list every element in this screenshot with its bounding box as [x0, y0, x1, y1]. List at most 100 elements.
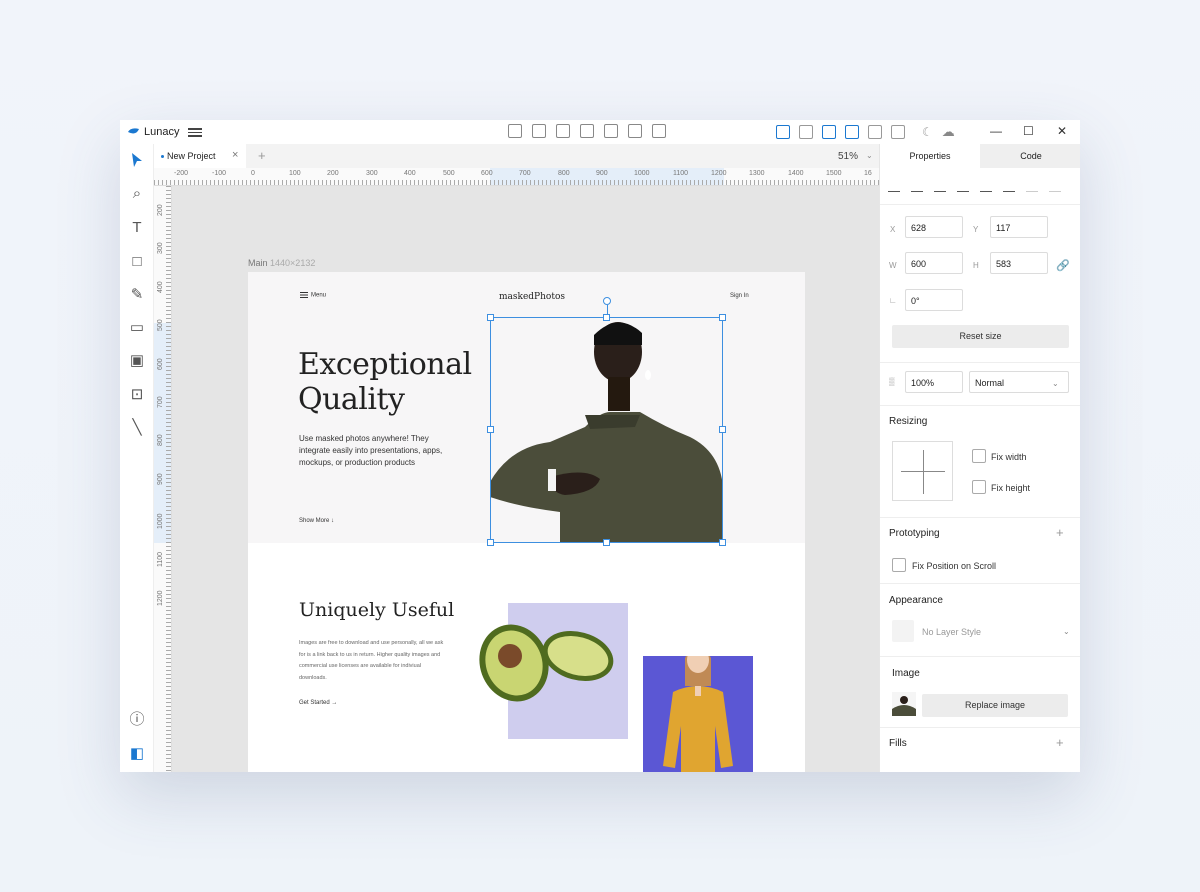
chevron-down-icon: ⌄	[1052, 379, 1059, 388]
resize-handle-s[interactable]	[603, 539, 610, 546]
rotation-handle[interactable]	[603, 297, 611, 305]
chevron-down-icon[interactable]: ⌄	[1063, 627, 1070, 636]
minimize-button[interactable]: —	[990, 124, 1002, 138]
distribute-vertical-icon[interactable]	[1049, 180, 1061, 192]
info-icon[interactable]: ⓘ	[129, 712, 145, 728]
text-frame-icon[interactable]	[532, 124, 546, 138]
section2-description[interactable]: Images are free to download and use pers…	[299, 638, 449, 684]
artboard-menu[interactable]: Menu	[300, 292, 326, 299]
add-tab-button[interactable]: +	[258, 148, 266, 163]
resize-handle-se[interactable]	[719, 539, 726, 546]
tab-close-icon[interactable]: ×	[232, 149, 238, 161]
resizing-title: Resizing	[889, 416, 928, 427]
zoom-tool-icon[interactable]: ⌕	[129, 186, 145, 202]
grid-icon[interactable]	[891, 125, 905, 139]
chevron-down-icon[interactable]: ⌄	[866, 151, 873, 160]
height-input[interactable]: 583	[990, 252, 1048, 274]
constrain-proportions-link-icon[interactable]: 🔗	[1056, 259, 1070, 272]
tab-code[interactable]: Code	[981, 144, 1080, 168]
add-prototyping-plus-icon[interactable]: +	[1056, 525, 1064, 540]
align-center-icon[interactable]	[911, 180, 923, 192]
artboard-logo[interactable]: maskedPhotos	[499, 292, 565, 302]
ruler-horizontal[interactable]: -200 -100 0 100 200 300 400 500 600 700 …	[154, 168, 879, 186]
resize-handle-nw[interactable]	[487, 314, 494, 321]
snap-icon[interactable]	[845, 125, 859, 139]
reset-size-button[interactable]: Reset size	[892, 325, 1069, 348]
width-input[interactable]: 600	[905, 252, 963, 274]
flip-horizontal-icon[interactable]	[628, 124, 642, 138]
y-input[interactable]: 117	[990, 216, 1048, 238]
get-started-link[interactable]: Get Started →	[299, 700, 337, 706]
ruler-vertical[interactable]: 200 300 400 500 600 700 800 900 1000 110…	[154, 186, 172, 772]
ruler-label: 700	[157, 396, 164, 408]
x-input[interactable]: 628	[905, 216, 963, 238]
resizing-constraints-widget[interactable]	[892, 441, 953, 501]
mask-icon[interactable]	[556, 124, 570, 138]
resize-handle-n[interactable]	[603, 314, 610, 321]
align-middle-icon[interactable]	[980, 180, 992, 192]
fix-width-checkbox[interactable]	[972, 449, 986, 463]
artboard-main[interactable]: Menu maskedPhotos Sign In Exceptional Qu…	[248, 272, 805, 772]
tab-properties[interactable]: Properties	[880, 144, 980, 168]
align-bottom-icon[interactable]	[1003, 180, 1015, 192]
show-more-link[interactable]: Show More ↓	[299, 518, 334, 524]
layer-style-select[interactable]: No Layer Style	[922, 627, 981, 637]
artboard-tool-icon[interactable]: ⊡	[129, 387, 145, 403]
avocado-image[interactable]	[478, 620, 618, 706]
artboard-signin[interactable]: Sign In	[730, 293, 749, 299]
ruler-label: 300	[366, 170, 378, 177]
resize-handle-e[interactable]	[719, 426, 726, 433]
artboard-label[interactable]: Main 1440×2132	[248, 258, 315, 268]
layout-grid-icon[interactable]	[799, 125, 813, 139]
divider	[880, 204, 1080, 205]
section2-title[interactable]: Uniquely Useful	[299, 599, 454, 621]
text-tool-icon[interactable]: T	[129, 220, 145, 236]
ruler-label: 0	[251, 170, 255, 177]
theme-moon-icon[interactable]: ☾	[922, 125, 933, 139]
resize-handle-sw[interactable]	[487, 539, 494, 546]
resize-handle-w[interactable]	[487, 426, 494, 433]
ruler-label: 100	[289, 170, 301, 177]
rotate-icon[interactable]	[580, 124, 594, 138]
woman-yellow-dress-image[interactable]	[643, 656, 753, 772]
maximize-button[interactable]: ☐	[1023, 124, 1034, 138]
hero-description[interactable]: Use masked photos anywhere! They integra…	[299, 433, 454, 469]
pen-tool-icon[interactable]: ✎	[129, 287, 145, 303]
fix-position-checkbox[interactable]	[892, 558, 906, 572]
tab-new-project[interactable]: New Project ×	[154, 144, 246, 168]
main-menu-icon[interactable]	[188, 126, 202, 138]
ruler-label: -200	[174, 170, 189, 177]
align-right-icon[interactable]	[934, 180, 946, 192]
align-top-icon[interactable]	[957, 180, 969, 192]
pixel-zoom-icon[interactable]	[822, 125, 836, 139]
flip-vertical-icon[interactable]	[652, 124, 666, 138]
left-toolbar: ⌕ T □ ✎ ▭ ▣ ⊡ ╲ ⓘ ◧	[120, 144, 154, 772]
component-tool-icon[interactable]: ▭	[129, 320, 145, 336]
close-button[interactable]: ✕	[1057, 124, 1067, 138]
rectangle-tool-icon[interactable]: □	[129, 254, 145, 270]
violet-block[interactable]	[643, 656, 753, 772]
artboard-name: Main	[248, 258, 268, 268]
resize-handle-ne[interactable]	[719, 314, 726, 321]
view-mode-icon[interactable]	[868, 125, 882, 139]
hero-title[interactable]: Exceptional Quality	[298, 347, 472, 417]
cloud-icon[interactable]: ☁	[942, 124, 955, 140]
rotation-input[interactable]: 0°	[905, 289, 963, 311]
line-tool-icon[interactable]: ╲	[129, 420, 145, 436]
fix-height-checkbox[interactable]	[972, 480, 986, 494]
align-toolbar	[888, 180, 1061, 192]
image-tool-icon[interactable]: ▣	[129, 353, 145, 369]
rulers-icon[interactable]	[776, 125, 790, 139]
distribute-horizontal-icon[interactable]	[1026, 180, 1038, 192]
boolean-icon[interactable]	[604, 124, 618, 138]
panel-toggle-icon[interactable]: ◧	[129, 746, 145, 762]
zoom-level[interactable]: 51%	[838, 151, 858, 162]
add-fill-plus-icon[interactable]: +	[1056, 735, 1064, 750]
replace-image-button[interactable]: Replace image	[922, 694, 1068, 717]
crop-icon[interactable]	[508, 124, 522, 138]
opacity-input[interactable]: 100%	[905, 371, 963, 393]
canvas[interactable]: Main 1440×2132 Menu maskedPhotos Sign In…	[172, 186, 879, 772]
ruler-label: 1500	[826, 170, 842, 177]
select-tool-icon[interactable]	[129, 152, 145, 168]
align-left-icon[interactable]	[888, 180, 900, 192]
